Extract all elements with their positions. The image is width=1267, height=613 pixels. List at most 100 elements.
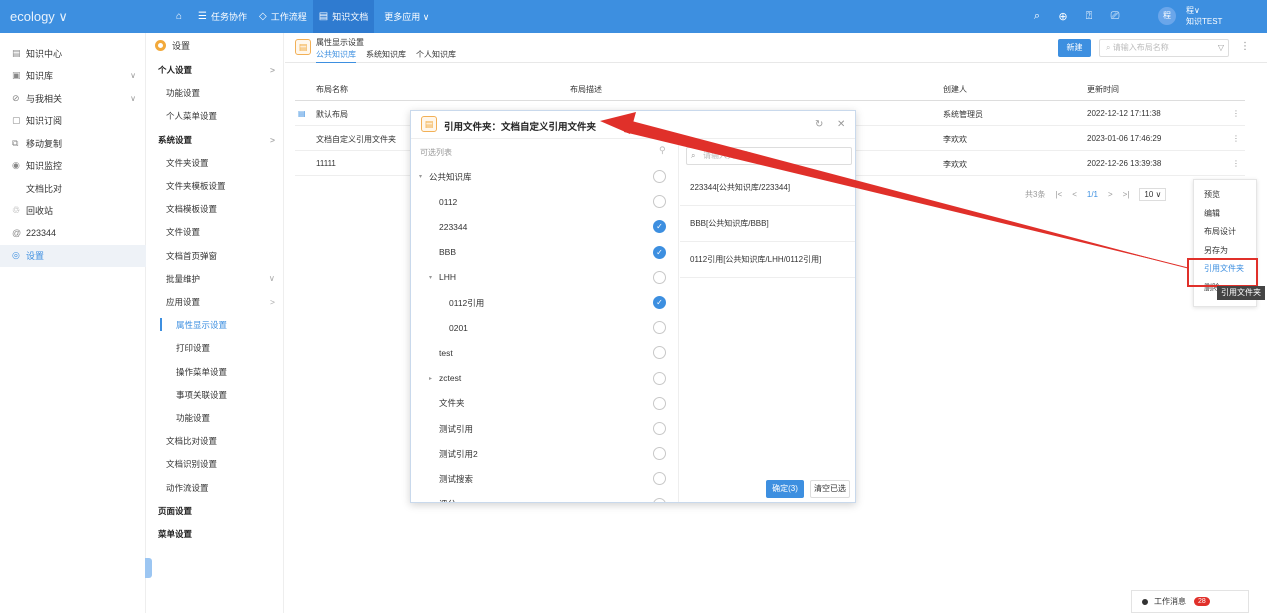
checked-radio[interactable]: ✓ bbox=[653, 245, 666, 259]
next-page-button[interactable]: > bbox=[1108, 190, 1113, 199]
row-more-icon[interactable]: ⋮ bbox=[1232, 134, 1240, 143]
tree-toggle-icon[interactable]: ▾ bbox=[419, 173, 429, 180]
avatar[interactable]: 程 bbox=[1158, 7, 1176, 25]
menu-item[interactable]: 另存为 bbox=[1204, 245, 1228, 256]
menu-item[interactable]: 编辑 bbox=[1204, 208, 1220, 219]
sidebar-item[interactable]: ♲ 回收站 bbox=[0, 200, 146, 222]
radio-button[interactable] bbox=[653, 472, 666, 486]
settings-item[interactable]: 文档首页弹窗 bbox=[147, 245, 284, 267]
sidebar-item[interactable]: @223344 bbox=[0, 222, 146, 244]
sidebar-item[interactable]: ◎ 设置 bbox=[0, 244, 146, 267]
filter-icon[interactable]: ▽ bbox=[1218, 40, 1224, 56]
settings-item[interactable]: 文档模板设置 bbox=[147, 198, 284, 220]
selected-item[interactable]: 0112引用[公共知识库/LHH/0112引用] bbox=[680, 242, 855, 278]
plus-icon[interactable]: ⊕ bbox=[1050, 10, 1076, 23]
user-menu[interactable]: 程∨ 知识TEST bbox=[1186, 5, 1222, 27]
settings-item[interactable]: 功能设置 bbox=[147, 82, 284, 104]
top-nav-item-0[interactable]: ⌂ bbox=[170, 0, 192, 33]
tree-node[interactable]: 0112 bbox=[411, 189, 678, 214]
new-button[interactable]: 新建 bbox=[1058, 39, 1091, 57]
tree-toggle-icon[interactable]: ▸ bbox=[429, 375, 439, 382]
work-message-button[interactable]: 工作消息 28 bbox=[1131, 590, 1249, 613]
row-more-icon[interactable]: ⋮ bbox=[1232, 159, 1240, 168]
settings-item[interactable]: 个人设置 > bbox=[147, 59, 284, 81]
tree-node[interactable]: 测试搜索 bbox=[411, 466, 678, 491]
checked-radio[interactable]: ✓ bbox=[653, 296, 666, 309]
prev-page-button[interactable]: < bbox=[1072, 190, 1077, 199]
tree-node[interactable]: 223344 ✓ bbox=[411, 214, 678, 239]
radio-button[interactable] bbox=[653, 447, 666, 461]
radio-button[interactable] bbox=[653, 321, 666, 335]
confirm-button[interactable]: 确定(3) bbox=[766, 480, 804, 498]
top-nav-item-3[interactable]: ▤ 知识文档 bbox=[312, 0, 375, 33]
refresh-icon[interactable]: ↻ bbox=[815, 119, 823, 130]
tab-2[interactable]: 个人知识库 bbox=[416, 49, 456, 63]
sidebar-item[interactable]: ◉ 知识监控 bbox=[0, 155, 146, 177]
tree-node[interactable]: 0112引用 ✓ bbox=[411, 290, 678, 315]
help-icon[interactable]: ⍰ bbox=[1076, 10, 1102, 23]
radio-button[interactable] bbox=[653, 497, 666, 502]
close-icon[interactable]: ✕ bbox=[837, 119, 845, 130]
tree-node[interactable]: ▾ 公共知识库 bbox=[411, 164, 678, 189]
top-nav-item-1[interactable]: ☰ 任务协作 bbox=[192, 0, 253, 33]
tree-node[interactable]: 测试引用 bbox=[411, 416, 678, 441]
sidebar-item[interactable]: ⊘ 与我相关 ∨ bbox=[0, 87, 146, 109]
radio-button[interactable] bbox=[653, 396, 666, 410]
selected-search-input[interactable]: ⌕ 请输入关键字 bbox=[686, 147, 852, 165]
sidebar-item[interactable]: ▢ 知识订阅 bbox=[0, 110, 146, 132]
radio-button[interactable] bbox=[653, 195, 666, 209]
settings-item[interactable]: 文档识别设置 bbox=[147, 453, 284, 475]
settings-item[interactable]: 功能设置 bbox=[147, 407, 284, 429]
settings-item[interactable]: 批量维护 ∨ bbox=[147, 268, 284, 290]
app-logo[interactable]: ecology ∨ bbox=[10, 9, 68, 25]
settings-item[interactable]: 文件设置 bbox=[147, 221, 284, 243]
radio-button[interactable] bbox=[653, 422, 666, 435]
clear-selection-button[interactable]: 清空已选 bbox=[810, 480, 850, 498]
top-nav-item-2[interactable]: ◇ 工作流程 bbox=[253, 0, 313, 33]
settings-item[interactable]: 系统设置 > bbox=[147, 129, 284, 151]
sidebar-item[interactable]: ⧉ 移动复制 bbox=[0, 132, 146, 154]
search-icon[interactable]: ⌕ bbox=[1024, 10, 1050, 23]
tree-node[interactable]: ▸评分 bbox=[411, 492, 678, 502]
tree-node[interactable]: 测试引用2 bbox=[411, 441, 678, 466]
sidebar-item[interactable]: 文档比对 bbox=[0, 177, 146, 199]
settings-item[interactable]: 应用设置 > bbox=[147, 291, 284, 313]
row-more-icon[interactable]: ⋮ bbox=[1232, 109, 1240, 118]
sidebar-item[interactable]: ▣ 知识库 ∨ bbox=[0, 65, 146, 87]
selected-item[interactable]: BBB[公共知识库/BBB] bbox=[680, 206, 855, 242]
tree-node[interactable]: 0201 bbox=[411, 315, 678, 340]
sidebar-item[interactable]: ▤ 知识中心 bbox=[0, 42, 146, 64]
more-icon[interactable]: ⋮ bbox=[1240, 41, 1250, 52]
menu-item[interactable]: 预览 bbox=[1204, 189, 1220, 200]
tree-toggle-icon[interactable]: ▾ bbox=[429, 274, 439, 281]
settings-item[interactable]: 动作流设置 bbox=[147, 477, 284, 499]
settings-item[interactable]: 文档比对设置 bbox=[147, 430, 284, 452]
tree-node[interactable]: ▾ LHH bbox=[411, 265, 678, 290]
settings-item[interactable]: 页面设置 bbox=[147, 500, 284, 522]
settings-item[interactable]: 文件夹模板设置 bbox=[147, 175, 284, 197]
radio-button[interactable] bbox=[653, 170, 666, 183]
user-icon[interactable]: ⚲ bbox=[659, 145, 666, 156]
message-icon[interactable]: ⎚ bbox=[1102, 10, 1128, 23]
checked-radio[interactable]: ✓ bbox=[653, 220, 666, 234]
settings-item[interactable]: 属性显示设置 bbox=[147, 314, 284, 336]
radio-button[interactable] bbox=[653, 346, 666, 360]
last-page-button[interactable]: >| bbox=[1123, 190, 1130, 199]
top-nav-item-4[interactable]: 更多应用 ∨ bbox=[374, 0, 435, 33]
tree-node[interactable]: test bbox=[411, 340, 678, 365]
settings-item[interactable]: 个人菜单设置 bbox=[147, 105, 284, 127]
tab-0[interactable]: 公共知识库 bbox=[316, 49, 356, 63]
settings-item[interactable]: 文件夹设置 bbox=[147, 152, 284, 174]
menu-item[interactable]: 布局设计 bbox=[1204, 226, 1236, 237]
tree-node[interactable]: ▸ zctest bbox=[411, 366, 678, 391]
settings-item[interactable]: 事项关联设置 bbox=[147, 384, 284, 406]
tree-node[interactable]: 文件夹 bbox=[411, 391, 678, 416]
tree-node[interactable]: BBB ✓ bbox=[411, 240, 678, 265]
tab-1[interactable]: 系统知识库 bbox=[366, 49, 406, 63]
settings-item[interactable]: 操作菜单设置 bbox=[147, 361, 284, 383]
layout-search-input[interactable]: ⌕ 请输入布局名称 ▽ bbox=[1099, 39, 1229, 57]
page-size-select[interactable]: 10 ∨ bbox=[1139, 188, 1167, 201]
settings-item[interactable]: 菜单设置 bbox=[147, 523, 284, 545]
collapse-handle[interactable] bbox=[145, 558, 152, 578]
settings-item[interactable]: 打印设置 bbox=[147, 337, 284, 359]
